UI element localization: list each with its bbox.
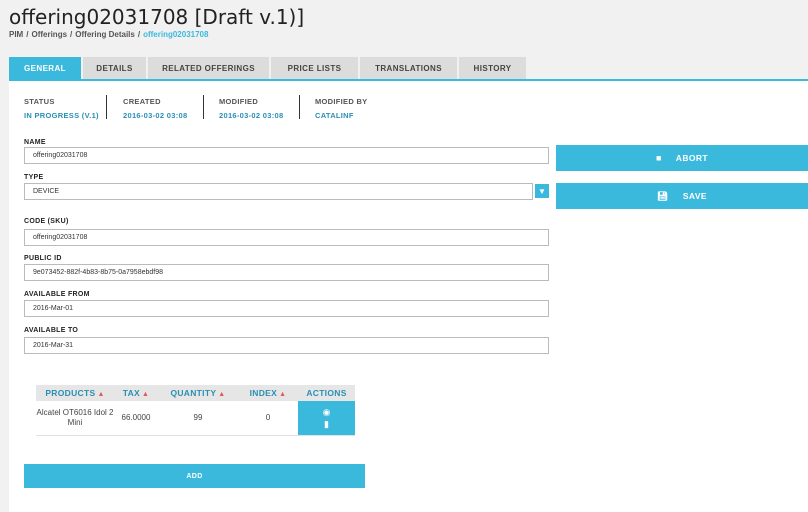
abort-button[interactable]: ■ ABORT [556, 145, 808, 171]
sort-arrows-icon: ▲︎ [142, 391, 150, 398]
available-from-label: AVAILABLE FROM [24, 291, 90, 298]
chevron-down-icon[interactable]: ▼ [535, 184, 549, 198]
meta-status-value: IN PROGRESS (V.1) [24, 111, 99, 120]
stop-icon: ■ [655, 153, 662, 163]
meta-created-value: 2016-03-02 03:08 [123, 111, 188, 120]
public-id-label: PUBLIC ID [24, 255, 62, 262]
breadcrumb-current: offering02031708 [143, 30, 209, 39]
code-field[interactable]: offering02031708 [24, 229, 549, 246]
breadcrumb-offerings[interactable]: Offerings [31, 30, 67, 39]
available-to-label: AVAILABLE TO [24, 327, 79, 334]
tab-bar: GENERAL DETAILS RELATED OFFERINGS PRICE … [9, 57, 528, 79]
meta-modified: MODIFIED 2016-03-02 03:08 [219, 97, 283, 120]
tax-cell: 66.0000 [114, 401, 158, 436]
meta-modified-by: MODIFIED BY CATALINF [315, 97, 367, 120]
tab-related-offerings[interactable]: RELATED OFFERINGS [148, 57, 269, 79]
tab-details[interactable]: DETAILS [83, 57, 146, 79]
products-table: PRODUCTS ▲︎ TAX ▲︎ QUANTITY ▲︎ INDEX ▲︎ ACTI… [36, 385, 355, 436]
meta-divider [299, 95, 300, 119]
column-header-products[interactable]: PRODUCTS ▲︎ [36, 385, 114, 401]
column-header-index[interactable]: INDEX ▲︎ [238, 385, 298, 401]
breadcrumb-offering-details[interactable]: Offering Details [75, 30, 135, 39]
sort-arrows-icon: ▲︎ [97, 391, 105, 398]
meta-modified-label: MODIFIED [219, 97, 259, 106]
name-label: NAME [24, 139, 46, 146]
public-id-field[interactable]: 9e073452-882f-4b83-8b75-0a7958ebdf98 [24, 264, 549, 281]
page-title: offering02031708 [Draft v.1)] [9, 5, 305, 29]
sort-arrows-icon: ▲︎ [279, 391, 287, 398]
meta-status: STATUS IN PROGRESS (V.1) [24, 97, 99, 120]
product-cell: Alcatel OT6016 Idol 2 Mini [36, 401, 114, 436]
type-select[interactable]: DEVICE [24, 183, 533, 200]
meta-divider [203, 95, 204, 119]
breadcrumb-pim[interactable]: PIM [9, 30, 23, 39]
abort-label: ABORT [675, 153, 709, 163]
meta-modified-value: 2016-03-02 03:08 [219, 111, 284, 120]
meta-modified-by-value: CATALINF [315, 111, 354, 120]
save-label: SAVE [682, 191, 707, 201]
add-button[interactable]: ADD [24, 464, 365, 488]
meta-divider [106, 95, 107, 119]
available-to-field[interactable]: 2016-Mar-31 [24, 337, 549, 354]
meta-created: CREATED 2016-03-02 03:08 [123, 97, 187, 120]
save-button[interactable]: 💾︎ SAVE [556, 183, 808, 209]
table-row: Alcatel OT6016 Idol 2 Mini 66.0000 99 0 … [36, 401, 355, 436]
quantity-cell: 99 [158, 401, 238, 436]
meta-modified-by-label: MODIFIED BY [315, 97, 368, 106]
column-header-quantity[interactable]: QUANTITY ▲︎ [158, 385, 238, 401]
floppy-disk-icon: 💾︎ [657, 190, 669, 201]
available-from-field[interactable]: 2016-Mar-01 [24, 300, 549, 317]
column-header-tax[interactable]: TAX ▲︎ [114, 385, 158, 401]
eye-icon[interactable]: ◉ [298, 406, 355, 418]
breadcrumb: PIM / Offerings / Offering Details / offering0… [9, 30, 209, 39]
meta-status-label: STATUS [24, 97, 55, 106]
tab-history[interactable]: HISTORY [459, 57, 526, 79]
general-panel [9, 79, 808, 512]
code-label: CODE (SKU) [24, 218, 69, 225]
name-field[interactable]: offering02031708 [24, 147, 549, 164]
tab-general[interactable]: GENERAL [9, 57, 81, 79]
index-cell: 0 [238, 401, 298, 436]
tab-translations[interactable]: TRANSLATIONS [360, 57, 457, 79]
sort-arrows-icon: ▲︎ [218, 391, 226, 398]
row-actions: ◉ ▮ [298, 401, 355, 436]
trash-icon[interactable]: ▮ [298, 418, 355, 430]
meta-created-label: CREATED [123, 97, 161, 106]
tab-price-lists[interactable]: PRICE LISTS [271, 57, 358, 79]
column-header-actions: ACTIONS [298, 385, 355, 401]
type-label: TYPE [24, 174, 44, 181]
